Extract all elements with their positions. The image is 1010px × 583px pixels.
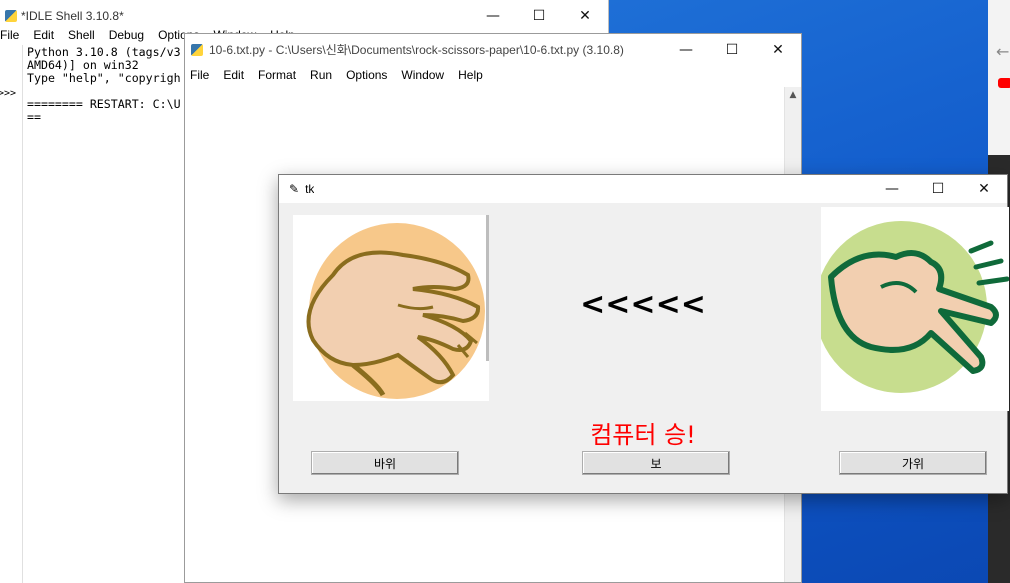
close-icon[interactable]: ✕ — [755, 34, 801, 65]
menu-edit[interactable]: Edit — [26, 28, 61, 42]
maximize-icon[interactable]: ☐ — [915, 175, 961, 203]
rock-button[interactable]: 바위 — [311, 451, 459, 475]
tk-body: <<<<< 컴퓨터 승! 바위 보 가위 — [279, 203, 1010, 493]
editor-title: 10-6.txt.py - C:\Users\신화\Documents\rock… — [209, 43, 624, 57]
menu-window[interactable]: Window — [394, 68, 451, 82]
shell-line: Type "help", "copyrigh — [27, 71, 181, 85]
youtube-icon[interactable] — [998, 78, 1010, 88]
scissors-button[interactable]: 가위 — [839, 451, 987, 475]
scroll-up-icon[interactable]: ▲ — [785, 90, 801, 100]
menu-file[interactable]: File — [0, 28, 26, 42]
menu-shell[interactable]: Shell — [61, 28, 102, 42]
menu-debug[interactable]: Debug — [102, 28, 151, 42]
turn-result-label: 컴퓨터 승! — [590, 421, 696, 449]
menu-format[interactable]: Format — [251, 68, 303, 82]
menu-help[interactable]: Help — [451, 68, 490, 82]
menu-options[interactable]: Options — [339, 68, 394, 82]
shell-output[interactable]: Python 3.10.8 (tags/v3 AMD64)] on win32 Ty… — [27, 46, 181, 124]
minimize-icon[interactable]: — — [869, 175, 915, 203]
shell-line: == — [27, 110, 41, 124]
feather-icon: ✎ — [289, 182, 300, 196]
computer-choice-image — [815, 207, 1010, 411]
shell-line: ======== RESTART: C:\U — [27, 97, 181, 111]
minimize-icon[interactable]: — — [663, 34, 709, 65]
shell-prompt: >>> — [0, 88, 17, 99]
python-feather-icon — [5, 9, 17, 22]
close-icon[interactable]: ✕ — [961, 175, 1007, 203]
maximize-icon[interactable]: ☐ — [709, 34, 755, 65]
scissors-hand-icon — [815, 221, 1010, 393]
tk-game-window: ✎ tk — ☐ ✕ <<<<< 컴퓨터 승! 바위 보 가위 — [278, 174, 1010, 494]
tk-title: tk — [305, 182, 315, 196]
shell-title: *IDLE Shell 3.10.8* — [21, 8, 124, 23]
python-feather-icon — [191, 43, 203, 56]
editor-menubar: File Edit Format Run Options Window Help — [185, 65, 801, 85]
menu-edit[interactable]: Edit — [216, 68, 251, 82]
menu-file[interactable]: File — [185, 68, 216, 82]
menu-run[interactable]: Run — [303, 68, 339, 82]
paper-button[interactable]: 보 — [582, 451, 730, 475]
shell-gutter: >>> — [0, 45, 23, 583]
back-arrow-icon[interactable]: ← — [996, 42, 1009, 61]
